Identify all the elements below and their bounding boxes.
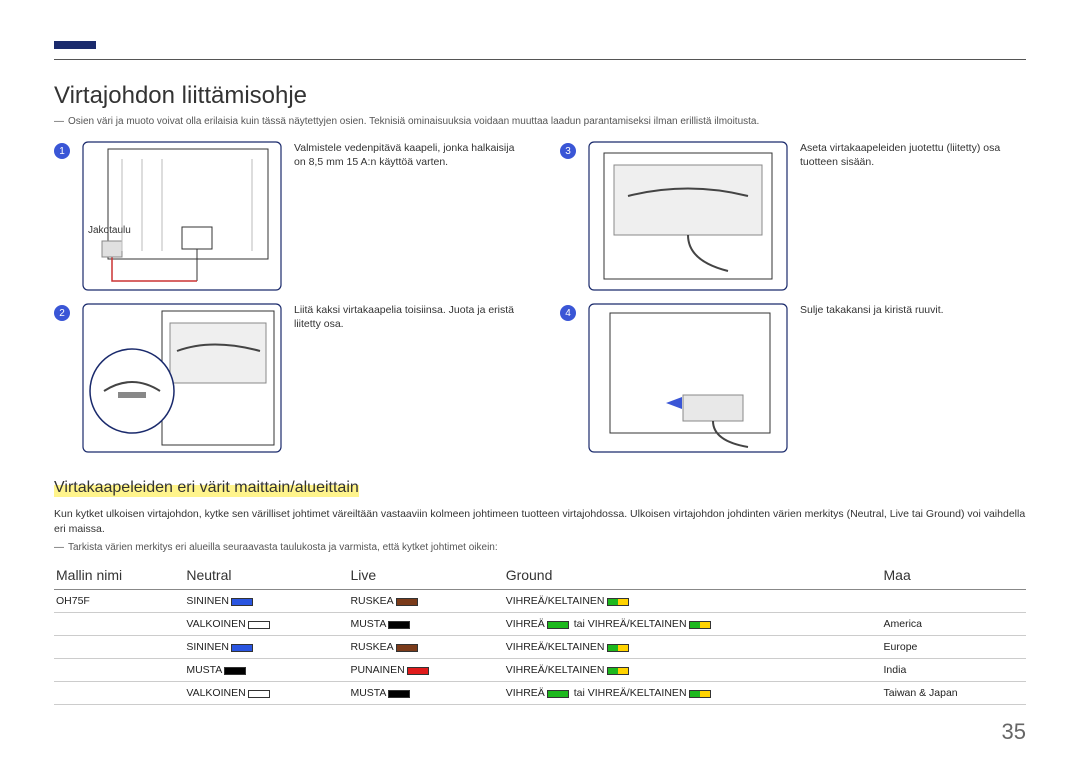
color-table: Mallin nimi Neutral Live Ground Maa OH75… (54, 563, 1026, 705)
step-1-text: Valmistele vedenpitävä kaapeli, jonka ha… (294, 141, 520, 291)
swatch-white (248, 621, 270, 629)
step-2-figure (82, 303, 282, 453)
table-row: SININEN RUSKEA VIHREÄ/KELTAINEN Europe (54, 636, 1026, 659)
steps-grid: 1 Jakotaulu Valmistele vedenpitävä kaape… (54, 141, 1026, 453)
th-neutral: Neutral (184, 563, 348, 590)
cell-country: America (882, 613, 1026, 636)
section-note: Tarkista värien merkitys eri alueilla se… (54, 542, 1026, 553)
step-1-figure: Jakotaulu (82, 141, 282, 291)
cell-neutral: SININEN (184, 590, 348, 613)
swatch-red (407, 667, 429, 675)
swatch-blue (231, 644, 253, 652)
th-country: Maa (882, 563, 1026, 590)
cell-ground: VIHREÄ/KELTAINEN (504, 590, 882, 613)
cell-live: MUSTA (348, 613, 503, 636)
swatch-blue (231, 598, 253, 606)
cell-country: Taiwan & Japan (882, 682, 1026, 705)
swatch-green-yellow (607, 598, 629, 606)
swatch-black (388, 690, 410, 698)
th-live: Live (348, 563, 503, 590)
cell-neutral: VALKOINEN (184, 613, 348, 636)
cell-country: India (882, 659, 1026, 682)
cell-country: Europe (882, 636, 1026, 659)
cell-neutral: SININEN (184, 636, 348, 659)
header-rule (54, 0, 1026, 60)
swatch-green-yellow (689, 621, 711, 629)
step-2-text: Liitä kaksi virtakaapelia toisiinsa. Juo… (294, 303, 520, 453)
cell-model (54, 613, 184, 636)
swatch-green (547, 690, 569, 698)
step-badge-1: 1 (54, 143, 70, 159)
swatch-green (547, 621, 569, 629)
th-model: Mallin nimi (54, 563, 184, 590)
cell-live: PUNAINEN (348, 659, 503, 682)
step-4-text: Sulje takakansi ja kiristä ruuvit. (800, 303, 1026, 453)
swatch-brown (396, 644, 418, 652)
page-number: 35 (1002, 719, 1026, 745)
section-title: Virtakaapeleiden eri värit maittain/alue… (54, 479, 359, 497)
table-row: MUSTA PUNAINEN VIHREÄ/KELTAINEN India (54, 659, 1026, 682)
cell-model (54, 636, 184, 659)
step-3: 3 Aseta virtakaapeleiden juotettu (liite… (560, 141, 1026, 291)
cell-neutral: VALKOINEN (184, 682, 348, 705)
step-4-figure (588, 303, 788, 453)
step-3-text: Aseta virtakaapeleiden juotettu (liitett… (800, 141, 1026, 291)
step-badge-3: 3 (560, 143, 576, 159)
step-badge-2: 2 (54, 305, 70, 321)
cell-ground: VIHREÄ/KELTAINEN (504, 636, 882, 659)
swatch-black (224, 667, 246, 675)
cell-model (54, 682, 184, 705)
page-title: Virtajohdon liittämisohje (54, 82, 1026, 110)
swatch-brown (396, 598, 418, 606)
cell-live: RUSKEA (348, 590, 503, 613)
swatch-black (388, 621, 410, 629)
table-row: VALKOINEN MUSTA VIHREÄ tai VIHREÄ/KELTAI… (54, 613, 1026, 636)
cell-model (54, 659, 184, 682)
table-row: VALKOINEN MUSTA VIHREÄ tai VIHREÄ/KELTAI… (54, 682, 1026, 705)
cell-live: MUSTA (348, 682, 503, 705)
swatch-white (248, 690, 270, 698)
cell-ground: VIHREÄ tai VIHREÄ/KELTAINEN (504, 613, 882, 636)
table-row: OH75F SININEN RUSKEA VIHREÄ/KELTAINEN (54, 590, 1026, 613)
step-2: 2 Liitä kaksi virtakaapelia toisiinsa. J… (54, 303, 520, 453)
step-3-figure (588, 141, 788, 291)
section-body: Kun kytket ulkoisen virtajohdon, kytke s… (54, 507, 1026, 536)
swatch-green-yellow (607, 667, 629, 675)
cell-neutral: MUSTA (184, 659, 348, 682)
cell-model: OH75F (54, 590, 184, 613)
th-ground: Ground (504, 563, 882, 590)
step-1-label: Jakotaulu (88, 225, 288, 236)
swatch-green-yellow (689, 690, 711, 698)
note-top: Osien väri ja muoto voivat olla erilaisi… (54, 116, 1026, 127)
swatch-green-yellow (607, 644, 629, 652)
cell-country (882, 590, 1026, 613)
cell-ground: VIHREÄ tai VIHREÄ/KELTAINEN (504, 682, 882, 705)
step-4: 4 Sulje takakansi ja kiristä ruuvit. (560, 303, 1026, 453)
step-1: 1 Jakotaulu Valmistele vedenpitävä kaape… (54, 141, 520, 291)
cell-live: RUSKEA (348, 636, 503, 659)
cell-ground: VIHREÄ/KELTAINEN (504, 659, 882, 682)
step-badge-4: 4 (560, 305, 576, 321)
